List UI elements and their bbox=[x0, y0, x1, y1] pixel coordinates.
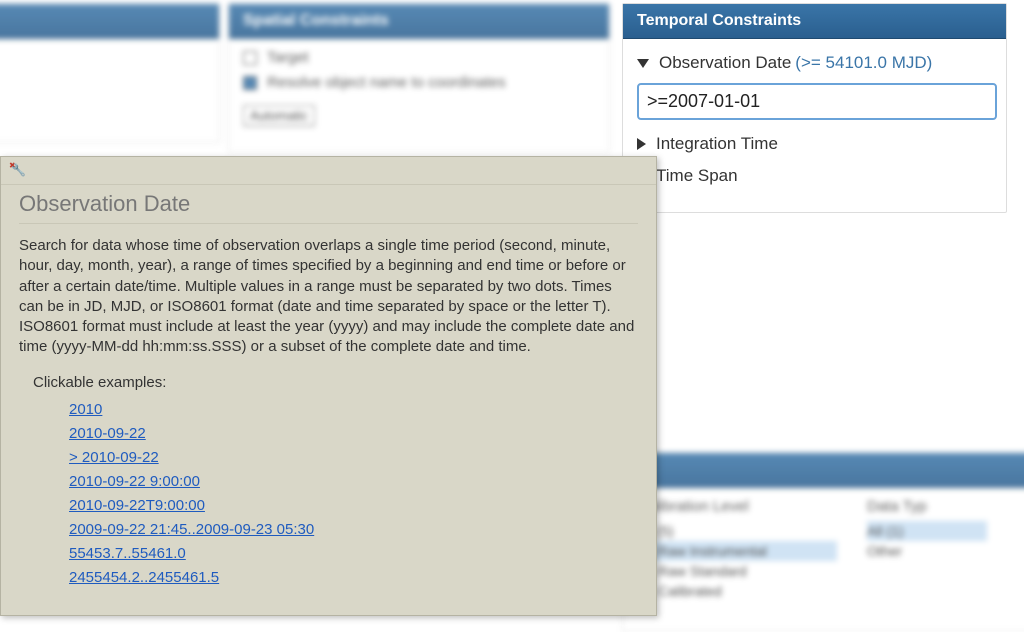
resolve-label: Resolve object name to coordinates bbox=[267, 74, 505, 91]
list-item: All (1) bbox=[867, 521, 987, 541]
help-tooltip-panel: Observation Date Search for data whose t… bbox=[0, 156, 657, 616]
observation-date-input[interactable] bbox=[637, 83, 997, 120]
time-span-section[interactable]: Time Span bbox=[637, 160, 992, 192]
divider bbox=[19, 223, 638, 224]
example-link[interactable]: 2009-09-22 21:45..2009-09-23 05:30 bbox=[69, 521, 314, 538]
resolver-select: Automatic bbox=[243, 105, 315, 126]
checkbox-icon bbox=[243, 76, 257, 90]
example-link[interactable]: 55453.7..55461.0 bbox=[69, 545, 186, 562]
list-item: (2) Calibrated bbox=[637, 581, 837, 601]
help-toolbar bbox=[1, 157, 656, 185]
example-link[interactable]: 2010-09-22 9:00:00 bbox=[69, 473, 200, 490]
chevron-down-icon bbox=[637, 59, 649, 68]
panel-header: aints bbox=[0, 4, 219, 39]
temporal-constraints-panel: Temporal Constraints Observation Date (>… bbox=[622, 3, 1007, 213]
observation-date-hint: (>= 54101.0 MJD) bbox=[795, 53, 932, 73]
spatial-constraints-panel: Spatial Constraints Target Resolve objec… bbox=[228, 3, 610, 153]
observation-date-section[interactable]: Observation Date (>= 54101.0 MJD) bbox=[637, 47, 992, 79]
clickable-examples-label: Clickable examples: bbox=[33, 374, 638, 391]
data-type-list: All (1) Other bbox=[867, 521, 987, 561]
constraints-panel-fragment: aints bbox=[0, 3, 220, 143]
panel-header: Spatial Constraints bbox=[229, 4, 609, 39]
panel-header: Temporal Constraints bbox=[623, 4, 1006, 39]
example-link[interactable]: 2010-09-22T9:00:00 bbox=[69, 497, 205, 514]
list-item: All (5) bbox=[637, 521, 837, 541]
example-link[interactable]: 2010-09-22 bbox=[69, 425, 146, 442]
help-description: Search for data whose time of observatio… bbox=[19, 236, 638, 358]
example-link[interactable]: 2455454.2..2455461.5 bbox=[69, 569, 219, 586]
help-title: Observation Date bbox=[19, 191, 638, 217]
chevron-right-icon bbox=[637, 138, 646, 150]
integration-time-label: Integration Time bbox=[656, 134, 778, 154]
list-item: Other bbox=[867, 541, 987, 561]
data-type-label: Data Typ bbox=[867, 498, 987, 515]
panel-header bbox=[623, 453, 1024, 488]
list-item: (0) Raw Instrumental bbox=[637, 541, 837, 561]
list-item: (1) Raw Standard bbox=[637, 561, 837, 581]
example-link[interactable]: > 2010-09-22 bbox=[69, 449, 159, 466]
calibration-level-list: All (5) (0) Raw Instrumental (1) Raw Sta… bbox=[637, 521, 837, 601]
example-link[interactable]: 2010 bbox=[69, 401, 102, 418]
checkbox-icon bbox=[243, 51, 257, 65]
time-span-label: Time Span bbox=[656, 166, 738, 186]
integration-time-section[interactable]: Integration Time bbox=[637, 128, 992, 160]
tools-icon[interactable] bbox=[9, 161, 27, 179]
observation-date-label: Observation Date bbox=[659, 53, 791, 73]
calibration-level-label: Calibration Level bbox=[637, 498, 837, 515]
examples-list: 2010 2010-09-22 > 2010-09-22 2010-09-22 … bbox=[69, 401, 638, 587]
results-panel-fragment: Calibration Level All (5) (0) Raw Instru… bbox=[622, 452, 1024, 632]
target-label: Target bbox=[267, 49, 309, 66]
